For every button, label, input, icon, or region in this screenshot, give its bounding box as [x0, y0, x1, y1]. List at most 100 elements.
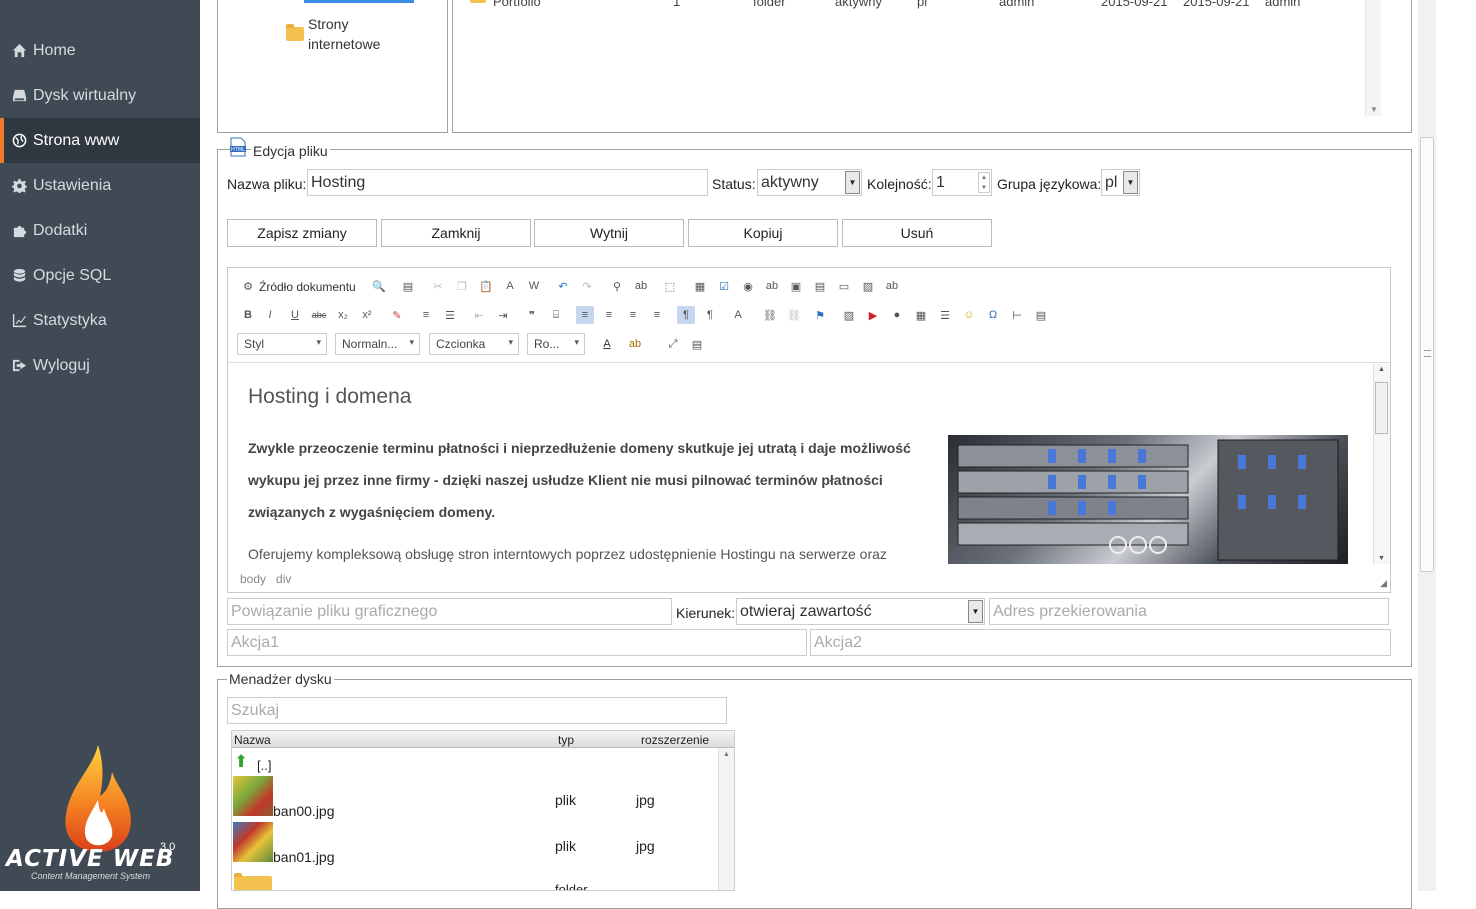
scroll-down-icon[interactable]: ▼ [1378, 555, 1385, 562]
outdent-icon[interactable]: ⇤ [470, 306, 488, 324]
select-field-icon[interactable]: ▤ [811, 277, 829, 295]
replace-icon[interactable]: ab [632, 277, 650, 295]
source-icon[interactable]: ⚙ [239, 277, 257, 295]
blockquote-icon[interactable]: ❞ [523, 306, 541, 324]
anchor-icon[interactable]: ⚑ [811, 306, 829, 324]
save-button[interactable]: Zapisz zmiany [227, 219, 377, 247]
strike-icon[interactable]: abc [310, 306, 328, 324]
source-button[interactable]: Źródło dokumentu [259, 280, 356, 294]
align-center-icon[interactable]: ≡ [600, 306, 618, 324]
textarea-icon[interactable]: ▣ [787, 277, 805, 295]
chevron-down-icon[interactable]: ▼ [968, 600, 983, 623]
select-all-icon[interactable]: ⬚ [661, 277, 679, 295]
col-ext[interactable]: rozszerzenie [641, 733, 709, 747]
page-scroll-thumb[interactable] [1420, 137, 1434, 572]
nav-item-settings[interactable]: Ustawienia [0, 163, 200, 208]
iframe-icon[interactable]: ▤ [1032, 306, 1050, 324]
youtube-icon[interactable]: ▶ [864, 306, 882, 324]
radio-icon[interactable]: ◉ [739, 277, 757, 295]
table-scrollbar[interactable]: ▲ [718, 748, 734, 890]
scroll-up-icon[interactable]: ▲ [1378, 366, 1385, 373]
direction-select[interactable]: otwieraj zawartość ▼ [736, 598, 985, 625]
scroll-down-icon[interactable]: ▼ [1370, 105, 1378, 114]
path-div[interactable]: div [276, 572, 291, 586]
close-button[interactable]: Zamknij [381, 219, 531, 247]
paste-text-icon[interactable]: A [501, 277, 519, 295]
bg-color-icon[interactable]: ab [626, 335, 644, 353]
chevron-down-icon[interactable]: ▼ [1123, 171, 1138, 194]
delete-button[interactable]: Usuń [842, 219, 992, 247]
numbered-list-icon[interactable]: ≡ [417, 306, 435, 324]
find-icon[interactable]: ⚲ [608, 277, 626, 295]
format-combo[interactable]: Normaln... [335, 333, 420, 355]
smiley-icon[interactable]: ☺ [960, 306, 978, 324]
bullet-list-icon[interactable]: ☰ [441, 306, 459, 324]
action2-input[interactable]: Akcja2 [810, 629, 1391, 656]
underline-icon[interactable]: U [286, 306, 304, 324]
editor-content[interactable]: Hosting i domena Zwykle przeoczenie term… [228, 364, 1373, 564]
nav-item-sql[interactable]: Opcje SQL [0, 253, 200, 298]
image-icon[interactable]: ▨ [840, 306, 858, 324]
editor-scrollbar[interactable]: ▲ ▼ [1373, 364, 1390, 564]
horizontal-rule-icon[interactable]: ☰ [936, 306, 954, 324]
align-left-icon[interactable]: ≡ [576, 306, 594, 324]
hidden-field-icon[interactable]: ab [883, 277, 901, 295]
table-row[interactable]: folder [232, 870, 719, 890]
paste-icon[interactable]: 📋 [477, 277, 495, 295]
redirect-input[interactable]: Adres przekierowania [989, 598, 1389, 625]
button-field-icon[interactable]: ▭ [835, 277, 853, 295]
superscript-icon[interactable]: x² [358, 306, 376, 324]
subscript-icon[interactable]: x₂ [334, 306, 352, 324]
size-combo[interactable]: Ro... [527, 333, 585, 355]
cut-button[interactable]: Wytnij [534, 219, 684, 247]
nav-item-virtual-disk[interactable]: Dysk wirtualny [0, 73, 200, 118]
language-icon[interactable]: A [729, 306, 747, 324]
div-icon[interactable]: ⌸ [547, 306, 565, 324]
resize-handle-icon[interactable]: ◢ [1380, 578, 1387, 589]
scroll-up-icon[interactable]: ▲ [723, 751, 730, 758]
ltr-icon[interactable]: ¶ [677, 306, 695, 324]
indent-icon[interactable]: ⇥ [494, 306, 512, 324]
cut-icon[interactable]: ✂ [429, 277, 447, 295]
rtl-icon[interactable]: ¶ [701, 306, 719, 324]
list-scrollbar[interactable]: ▼ [1365, 0, 1381, 116]
table-icon[interactable]: ▦ [912, 306, 930, 324]
font-combo[interactable]: Czcionka [429, 333, 519, 355]
italic-icon[interactable]: I [261, 306, 279, 324]
nav-item-website[interactable]: Strona www [0, 118, 200, 163]
tree-selected-item[interactable] [304, 0, 414, 3]
nav-item-statistics[interactable]: Statystyka [0, 298, 200, 343]
status-select[interactable]: aktywny ▼ [757, 169, 862, 196]
unlink-icon[interactable]: ⛓ [785, 306, 803, 324]
style-combo[interactable]: Styl [237, 333, 327, 355]
flash-icon[interactable]: ● [888, 306, 906, 324]
paste-word-icon[interactable]: W [525, 277, 543, 295]
undo-icon[interactable]: ↶ [554, 277, 572, 295]
justify-icon[interactable]: ≡ [648, 306, 666, 324]
copy-button[interactable]: Kopiuj [688, 219, 838, 247]
path-body[interactable]: body [240, 572, 266, 586]
link-icon[interactable]: ⛓ [761, 306, 779, 324]
col-name[interactable]: Nazwa [234, 733, 271, 747]
chevron-down-icon[interactable]: ▼ [845, 171, 860, 194]
stepper-arrows-icon[interactable]: ▲ ▼ [978, 172, 990, 193]
preview-icon[interactable]: 🔍 [370, 277, 388, 295]
checkbox-icon[interactable]: ☑ [715, 277, 733, 295]
filename-input[interactable]: Hosting [307, 169, 708, 196]
nav-item-home[interactable]: Home [0, 28, 200, 73]
text-color-icon[interactable]: A [598, 335, 616, 353]
show-blocks-icon[interactable]: ▤ [688, 335, 706, 353]
tree-item-websites[interactable]: Strony internetowe [308, 14, 408, 54]
order-stepper[interactable]: 1 ▲ ▼ [932, 169, 992, 196]
table-row[interactable]: ban01.jpg plik jpg [232, 822, 719, 868]
align-right-icon[interactable]: ≡ [624, 306, 642, 324]
template-icon[interactable]: ▤ [399, 277, 417, 295]
graphic-link-input[interactable]: Powiązanie pliku graficznego [227, 598, 672, 625]
bold-icon[interactable]: B [239, 306, 257, 324]
col-type[interactable]: typ [558, 733, 574, 747]
search-input[interactable]: Szukaj [227, 697, 727, 724]
page-break-icon[interactable]: ⊢ [1008, 306, 1026, 324]
copy-icon[interactable]: ❐ [453, 277, 471, 295]
nav-item-logout[interactable]: Wyloguj [0, 343, 200, 388]
special-char-icon[interactable]: Ω [984, 306, 1002, 324]
